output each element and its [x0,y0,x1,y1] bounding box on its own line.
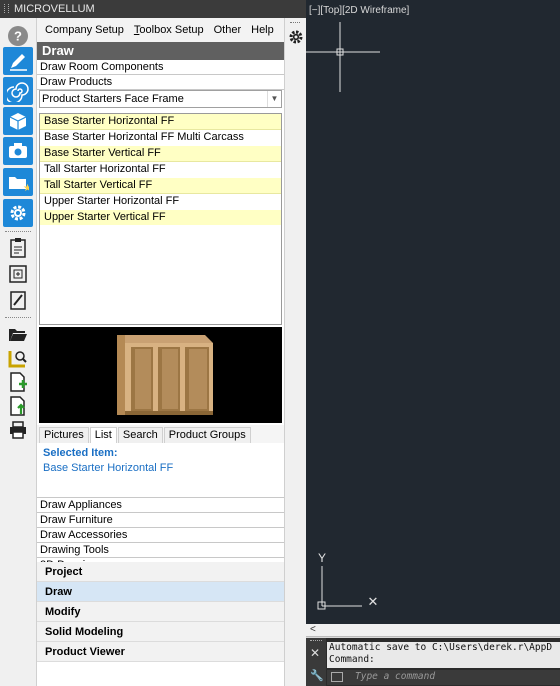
horizontal-scrollbar[interactable]: < [306,624,560,637]
command-area: < ✕ 🔧 Automatic save to C:\Users\derek.r… [306,624,560,686]
panel-options-column [284,18,306,686]
scroll-left-icon[interactable]: < [310,624,316,635]
product-category-dropdown[interactable]: Product Starters Face Frame ▼ [39,90,282,108]
selected-item-block: Selected Item: Base Starter Horizontal F… [37,443,284,497]
help-button[interactable]: ? [3,22,33,50]
menu-toolbox-setup[interactable]: Toolbox Setup [130,24,208,36]
box-plus-icon [9,265,27,283]
pencil-icon [10,54,27,71]
crosshair-cursor [306,22,380,92]
gear-icon[interactable] [288,29,304,45]
spiral-icon [7,82,29,102]
add-component-button[interactable] [3,260,33,288]
accordion-product-viewer[interactable]: Product Viewer [37,642,284,662]
chevron-down-icon[interactable]: ▼ [267,91,281,107]
print-button[interactable] [3,416,33,444]
microvellum-panel: Company Setup Toolbox Setup Other Help D… [37,18,284,686]
accordion-project[interactable]: Project [37,562,284,582]
list-item[interactable]: Base Starter Horizontal FF Multi Carcass [40,130,281,146]
toolbar-separator [5,231,31,232]
app-title: MICROVELLUM [14,3,95,15]
accordion: Project Draw Modify Solid Modeling Produ… [37,562,284,662]
printer-icon [10,421,26,439]
camera-icon [9,143,27,158]
viewport-canvas: Y ✕ [306,22,380,610]
command-side-controls: ✕ 🔧 [306,638,326,686]
open-folder-icon [9,329,27,341]
cube-tool-button[interactable] [3,107,33,135]
clipboard-edit-button[interactable] [3,286,33,314]
app-title-bar: MICROVELLUM [0,0,306,18]
cabinet-preview-picture [117,335,213,415]
product-list-empty-area [39,225,282,325]
draw-room-components-link[interactable]: Draw Room Components [37,60,284,75]
draw-products-link[interactable]: Draw Products [37,75,284,90]
svg-text:✕: ✕ [368,594,379,609]
toolbar-separator [5,317,31,318]
list-item[interactable]: Upper Starter Vertical FF [40,210,281,226]
selected-item-value: Base Starter Horizontal FF [43,462,174,474]
svg-text:?: ? [14,29,22,44]
menu-bar: Company Setup Toolbox Setup Other Help [37,18,284,42]
grip-icon[interactable] [290,22,300,23]
ucs-icon: Y ✕ [317,551,379,610]
drawing-viewport[interactable]: [−][Top][2D Wireframe] Y ✕ [306,0,560,624]
tab-pictures[interactable]: Pictures [39,427,89,443]
list-item[interactable]: Tall Starter Horizontal FF [40,162,281,178]
list-item[interactable]: Base Starter Vertical FF [40,146,281,162]
close-icon[interactable]: ✕ [310,646,320,660]
spiral-tool-button[interactable] [3,77,33,105]
draw-accessories-link[interactable]: Draw Accessories [37,528,284,543]
list-item[interactable]: Upper Starter Horizontal FF [40,194,281,210]
settings-tool-button[interactable] [3,199,33,227]
clipboard-pencil-icon [10,291,26,310]
svg-text:★: ★ [23,183,29,193]
folder-star-button[interactable]: ★ [3,168,33,196]
document-plus-icon [10,372,27,392]
menu-help[interactable]: Help [247,24,278,36]
help-icon: ? [8,26,28,46]
dropdown-value: Product Starters Face Frame [42,93,184,105]
drawing-tools-link[interactable]: Drawing Tools [37,543,284,558]
clipboard-icon [10,238,26,258]
tab-product-groups[interactable]: Product Groups [163,427,251,443]
list-item[interactable]: Base Starter Horizontal FF [40,114,281,130]
product-preview-image [39,327,282,423]
draw-furniture-link[interactable]: Draw Furniture [37,513,284,528]
list-item[interactable]: Tall Starter Vertical FF [40,178,281,194]
tab-search[interactable]: Search [117,427,163,443]
command-prompt-icon[interactable] [331,672,343,682]
command-log-line: Automatic save to C:\Users\derek.r\AppD [329,642,553,653]
wrench-icon[interactable]: 🔧 [310,669,324,682]
gear-icon [10,205,26,221]
svg-text:Y: Y [318,551,326,565]
camera-tool-button[interactable] [3,137,33,165]
accordion-draw[interactable]: Draw [37,582,284,602]
draw-tool-button[interactable] [3,47,33,75]
command-line: ✕ 🔧 Automatic save to C:\Users\derek.r\A… [306,638,560,686]
left-toolbar: ? ★ [0,18,37,686]
document-upload-icon [10,396,25,416]
accordion-modify[interactable]: Modify [37,602,284,622]
product-list: Base Starter Horizontal FF Base Starter … [39,113,282,226]
grip-icon[interactable] [310,640,322,641]
ruler-search-icon [8,351,27,368]
command-log-line: Command: [329,654,375,665]
command-input[interactable]: Type a command [327,670,560,685]
menu-company-setup[interactable]: Company Setup [41,24,128,36]
selected-item-label: Selected Item: [43,447,118,459]
tab-list[interactable]: List [89,427,117,443]
grip-icon[interactable] [4,4,9,13]
clipboard-button[interactable] [3,234,33,262]
draw-appliances-link[interactable]: Draw Appliances [37,498,284,513]
command-input-placeholder: Type a command [355,671,436,682]
cube-icon [9,113,27,130]
draw-section-title: Draw [37,42,284,60]
command-history: Automatic save to C:\Users\derek.r\AppD … [327,642,560,668]
view-tabs: Pictures List Search Product Groups [37,425,284,443]
menu-other[interactable]: Other [210,24,246,36]
accordion-solid-modeling[interactable]: Solid Modeling [37,622,284,642]
folder-star-icon: ★ [9,177,29,193]
